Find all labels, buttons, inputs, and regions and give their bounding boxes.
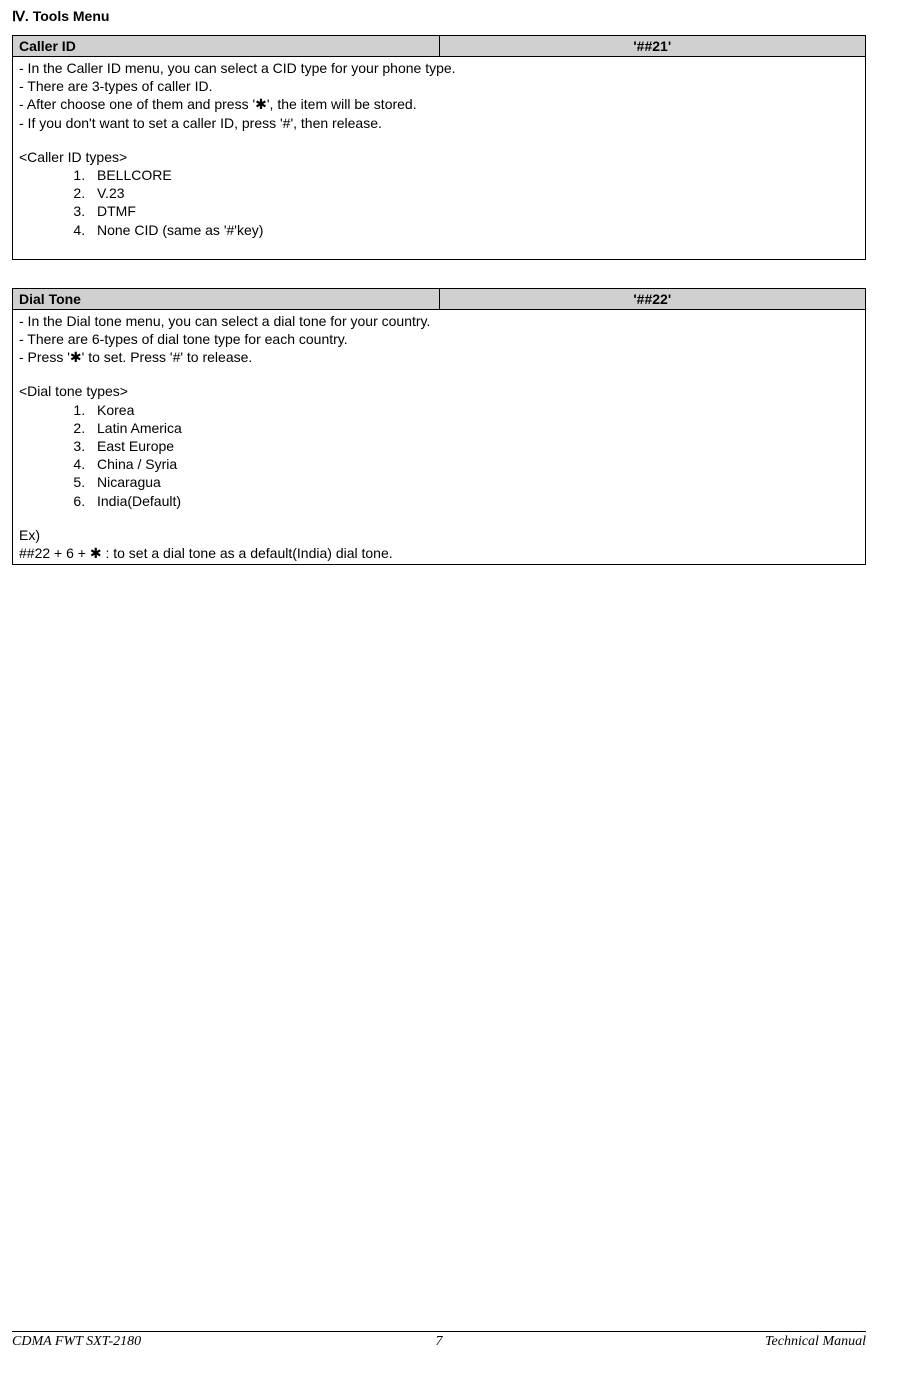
list-title: <Caller ID types> — [19, 148, 859, 166]
caller-id-table: Caller ID '##21' - In the Caller ID menu… — [12, 35, 866, 260]
footer-right: Technical Manual — [765, 1334, 866, 1350]
header-left-cell: Dial Tone — [13, 288, 440, 309]
caller-id-types-list: BELLCORE V.23 DTMF None CID (same as '#'… — [19, 166, 859, 239]
example-text: ##22 + 6 + ✱ : to set a dial tone as a d… — [19, 544, 859, 562]
body-line: - In the Caller ID menu, you can select … — [19, 59, 859, 77]
table-header-row: Dial Tone '##22' — [13, 288, 866, 309]
dial-tone-table: Dial Tone '##22' - In the Dial tone menu… — [12, 288, 866, 565]
list-item: China / Syria — [89, 455, 859, 473]
header-left-cell: Caller ID — [13, 36, 440, 57]
list-item: DTMF — [89, 202, 859, 220]
body-cell: - In the Dial tone menu, you can select … — [13, 309, 866, 564]
list-item: V.23 — [89, 184, 859, 202]
section-title: Ⅳ. Tools Menu — [12, 8, 866, 25]
example-label: Ex) — [19, 526, 859, 544]
list-item: Latin America — [89, 419, 859, 437]
body-cell: - In the Caller ID menu, you can select … — [13, 57, 866, 260]
list-item: BELLCORE — [89, 166, 859, 184]
body-line: - In the Dial tone menu, you can select … — [19, 312, 859, 330]
body-line: - After choose one of them and press '✱'… — [19, 95, 859, 113]
footer-left: CDMA FWT SXT-2180 — [12, 1334, 141, 1350]
list-item: India(Default) — [89, 492, 859, 510]
dial-tone-types-list: Korea Latin America East Europe China / … — [19, 401, 859, 510]
page-footer: CDMA FWT SXT-2180 7 Technical Manual — [12, 1331, 866, 1350]
table-body-row: - In the Caller ID menu, you can select … — [13, 57, 866, 260]
body-line: - Press '✱' to set. Press '#' to release… — [19, 348, 859, 366]
header-right-cell: '##21' — [439, 36, 866, 57]
list-item: East Europe — [89, 437, 859, 455]
spacer — [19, 239, 859, 257]
header-right-cell: '##22' — [439, 288, 866, 309]
body-line: - There are 6-types of dial tone type fo… — [19, 330, 859, 348]
list-title: <Dial tone types> — [19, 382, 859, 400]
list-item: Korea — [89, 401, 859, 419]
footer-page-number: 7 — [436, 1334, 443, 1350]
list-item: Nicaragua — [89, 473, 859, 491]
body-line: - There are 3-types of caller ID. — [19, 77, 859, 95]
table-body-row: - In the Dial tone menu, you can select … — [13, 309, 866, 564]
body-line: - If you don't want to set a caller ID, … — [19, 114, 859, 132]
table-header-row: Caller ID '##21' — [13, 36, 866, 57]
list-item: None CID (same as '#'key) — [89, 221, 859, 239]
